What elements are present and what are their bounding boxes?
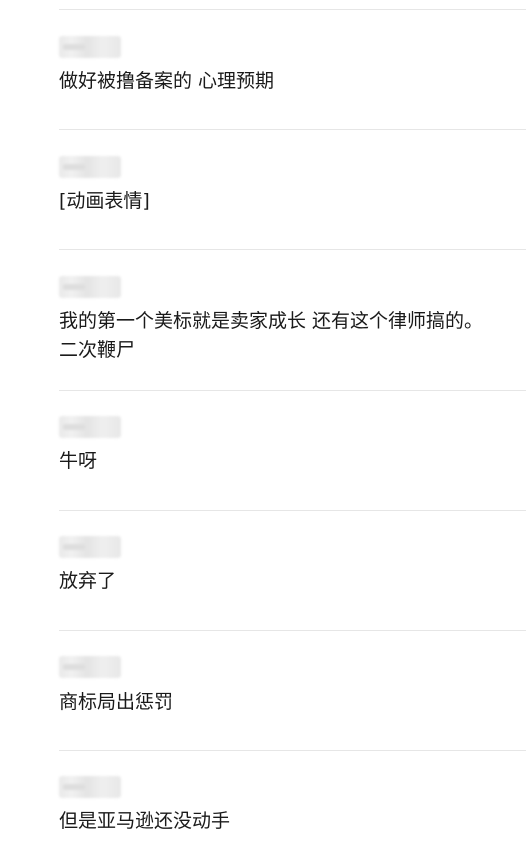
comment-text: 商标局出惩罚 xyxy=(59,691,174,713)
blurred-username xyxy=(59,156,121,178)
divider xyxy=(59,630,526,631)
blurred-username xyxy=(59,536,121,558)
comment-text: [动画表情] xyxy=(59,190,150,212)
comment-text: 但是亚马逊还没动手 xyxy=(59,810,231,832)
divider xyxy=(59,129,526,130)
blurred-username xyxy=(59,276,121,298)
blurred-username xyxy=(59,416,121,438)
divider xyxy=(59,390,526,391)
divider xyxy=(59,750,526,751)
divider xyxy=(59,510,526,511)
comment-text: 我的第一个美标就是卖家成长 还有这个律师搞的。 二次鞭尸 xyxy=(59,310,484,361)
divider xyxy=(59,9,526,10)
blurred-username xyxy=(59,776,121,798)
comment-text: 牛呀 xyxy=(59,450,98,472)
blurred-username xyxy=(59,656,121,678)
comment-text: 做好被撸备案的 心理预期 xyxy=(59,70,275,92)
comment-text: 放弃了 xyxy=(59,570,117,592)
divider xyxy=(59,249,526,250)
blurred-username xyxy=(59,36,121,58)
